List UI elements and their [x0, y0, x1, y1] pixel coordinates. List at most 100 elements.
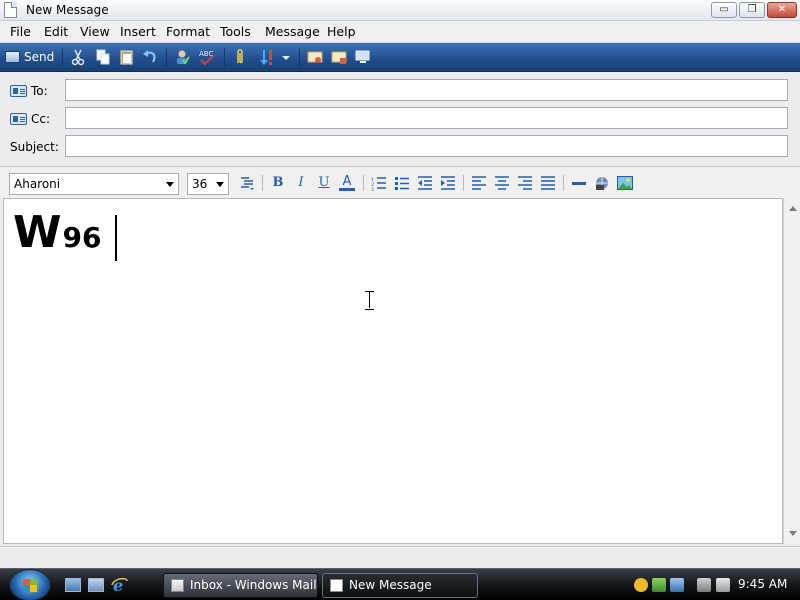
main-toolbar: Send ABC [0, 43, 800, 72]
menu-help[interactable]: Help [327, 24, 356, 39]
cc-button[interactable]: Cc: [10, 112, 50, 126]
subject-label: Subject: [10, 140, 59, 154]
menu-message[interactable]: Message [265, 24, 320, 39]
toolbar-separator [299, 48, 300, 67]
italic-button[interactable]: I [293, 175, 309, 191]
body-text: W96 [13, 207, 102, 258]
address-book-icon [10, 85, 27, 97]
align-right-icon[interactable] [517, 175, 533, 191]
toolbar-separator [224, 48, 225, 67]
chevron-down-icon [166, 182, 174, 187]
sign-icon[interactable] [307, 48, 323, 66]
cut-icon[interactable] [70, 48, 86, 66]
format-separator [363, 175, 364, 191]
menu-tools[interactable]: Tools [220, 24, 251, 39]
work-offline-icon[interactable] [355, 48, 371, 66]
taskbar-item-inbox[interactable]: Inbox - Windows Mail [163, 573, 318, 598]
start-button[interactable] [9, 569, 51, 600]
cc-label: Cc: [31, 112, 51, 126]
internet-explorer-icon[interactable]: e [111, 576, 129, 594]
priority-icon[interactable] [258, 48, 274, 66]
taskbar: e Inbox - Windows Mail New Message 9:45 … [0, 568, 800, 600]
network-disconnected-icon[interactable] [697, 578, 711, 592]
message-body[interactable]: W96 [3, 198, 783, 544]
text-caret [115, 215, 117, 261]
taskbar-item-label: New Message [349, 578, 432, 592]
toolbar-separator [62, 48, 63, 67]
to-field[interactable] [65, 79, 788, 101]
numbered-list-icon[interactable]: 123 [371, 175, 387, 191]
decrease-indent-icon[interactable] [417, 175, 433, 191]
underline-button[interactable]: U [316, 175, 332, 191]
undo-icon[interactable] [142, 48, 158, 66]
ibeam-cursor-icon [365, 291, 374, 310]
justify-icon[interactable] [540, 175, 556, 191]
font-value: Aharoni [14, 177, 61, 191]
align-left-icon[interactable] [471, 175, 487, 191]
menu-insert[interactable]: Insert [120, 24, 156, 39]
chevron-down-icon[interactable] [281, 48, 291, 66]
document-icon [330, 579, 343, 592]
bullet-list-icon[interactable] [394, 175, 410, 191]
menu-view[interactable]: View [80, 24, 110, 39]
cc-row: Cc: [0, 106, 800, 134]
update-icon[interactable] [652, 578, 666, 592]
hyperlink-icon[interactable] [594, 175, 610, 191]
document-icon [4, 2, 17, 18]
network-icon[interactable] [670, 578, 684, 592]
paragraph-style-icon[interactable] [239, 175, 255, 191]
formatting-toolbar: Aharoni 36 B I U A 123 [0, 166, 800, 198]
status-bar [0, 546, 800, 568]
font-select[interactable]: Aharoni [9, 173, 179, 195]
switch-windows-icon[interactable] [88, 578, 104, 592]
body-text-small: 96 [62, 221, 102, 254]
to-row: To: [0, 78, 800, 106]
taskbar-item-label: Inbox - Windows Mail [190, 578, 317, 592]
to-button[interactable]: To: [10, 84, 48, 98]
horizontal-line-icon[interactable] [571, 175, 587, 191]
chevron-down-icon [216, 182, 224, 187]
bold-button[interactable]: B [270, 175, 286, 191]
svg-text:3: 3 [371, 187, 374, 191]
send-button[interactable]: Send [4, 48, 54, 67]
spelling-icon[interactable]: ABC [198, 48, 214, 66]
body-text-large: W [13, 207, 62, 258]
font-size-select[interactable]: 36 [187, 173, 229, 195]
security-alert-icon[interactable] [634, 578, 648, 592]
font-size-value: 36 [192, 177, 208, 191]
close-button[interactable]: ✕ [767, 2, 797, 18]
menu-edit[interactable]: Edit [44, 24, 68, 39]
window-title: New Message [26, 3, 109, 17]
to-label: To: [31, 84, 48, 98]
format-separator [563, 175, 564, 191]
clock[interactable]: 9:45 AM [738, 577, 787, 591]
attach-icon[interactable] [232, 48, 248, 66]
minimize-button[interactable]: ▭ [711, 2, 737, 18]
encrypt-icon[interactable] [331, 48, 347, 66]
maximize-button[interactable]: ❐ [739, 2, 765, 18]
subject-row: Subject: [0, 134, 800, 162]
scroll-up-icon[interactable] [789, 206, 797, 211]
format-separator [262, 175, 263, 191]
scroll-down-icon[interactable] [789, 531, 797, 536]
increase-indent-icon[interactable] [440, 175, 456, 191]
insert-picture-icon[interactable] [617, 175, 633, 191]
subject-field[interactable] [65, 135, 788, 157]
title-bar: New Message ▭ ❐ ✕ [0, 0, 800, 21]
copy-icon[interactable] [95, 48, 111, 66]
check-names-icon[interactable] [174, 48, 190, 66]
menu-file[interactable]: File [10, 24, 31, 39]
show-desktop-icon[interactable] [65, 578, 81, 592]
align-center-icon[interactable] [494, 175, 510, 191]
volume-muted-icon[interactable] [716, 578, 730, 592]
send-label: Send [24, 50, 55, 64]
menu-format[interactable]: Format [166, 24, 210, 39]
paste-icon[interactable] [119, 48, 135, 66]
cc-field[interactable] [65, 107, 788, 129]
windows-mail-icon [171, 579, 184, 592]
toolbar-separator [166, 48, 167, 67]
send-icon [5, 51, 20, 63]
font-color-button[interactable]: A [339, 175, 355, 191]
vertical-scrollbar[interactable] [783, 198, 800, 544]
taskbar-item-new-message[interactable]: New Message [322, 573, 478, 598]
